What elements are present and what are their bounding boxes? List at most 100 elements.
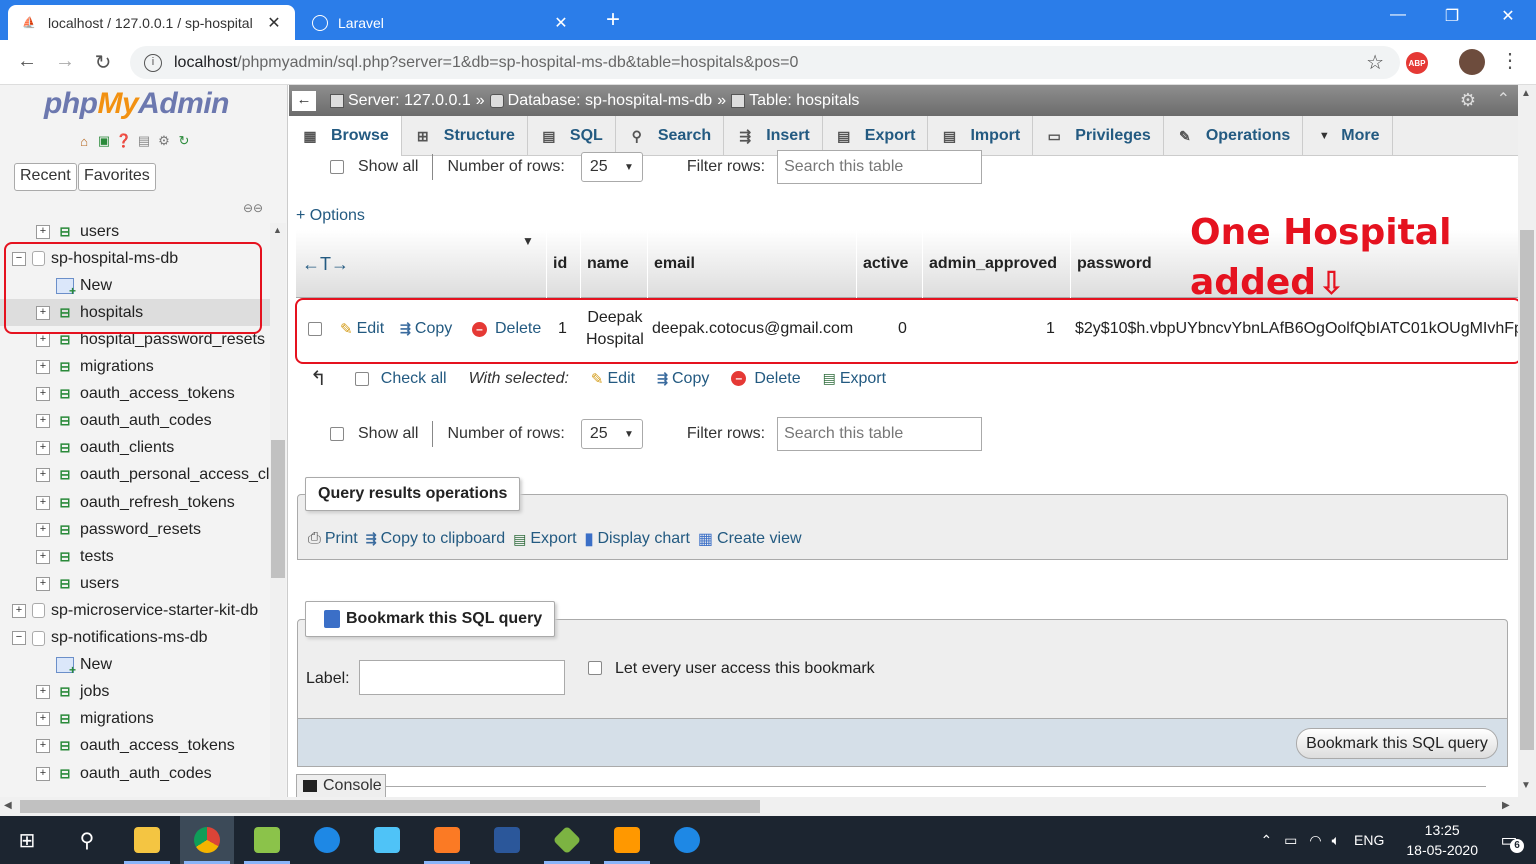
help-icon[interactable]: ❓: [116, 133, 132, 149]
forward-icon[interactable]: →: [52, 50, 78, 73]
rows-select[interactable]: 25 ▼: [580, 419, 643, 449]
bulk-export-link[interactable]: ▤ Export: [823, 370, 886, 388]
sidebar-item-table[interactable]: + ⊟ migrations: [0, 354, 270, 381]
file-explorer-app[interactable]: [120, 816, 174, 864]
breadcrumb-table[interactable]: Table: hospitals: [731, 92, 859, 110]
minimize-button[interactable]: —: [1378, 6, 1418, 24]
wifi-icon[interactable]: ◠: [1309, 832, 1321, 849]
expand-icon[interactable]: +: [36, 414, 50, 429]
sidebar-scrollbar-thumb[interactable]: [271, 440, 285, 578]
collapse-icon[interactable]: −: [12, 631, 26, 645]
expand-icon[interactable]: +: [36, 495, 50, 510]
home-icon[interactable]: ⌂: [76, 133, 92, 149]
scroll-up-icon[interactable]: ▲: [273, 225, 282, 235]
back-icon[interactable]: ←: [14, 50, 40, 73]
sidebar-item-table[interactable]: + ⊟ password_resets: [0, 516, 270, 543]
column-header-email[interactable]: email: [647, 230, 855, 298]
expand-icon[interactable]: +: [36, 549, 50, 564]
check-all-checkbox[interactable]: [354, 371, 369, 386]
info-icon[interactable]: i: [144, 53, 162, 72]
expand-icon[interactable]: +: [36, 360, 50, 374]
link-icon[interactable]: ⊖⊖: [243, 201, 263, 215]
sidebar-item-table[interactable]: + ⊟ oauth_personal_access_cl: [0, 462, 270, 489]
edge-app[interactable]: [660, 816, 714, 864]
expand-icon[interactable]: +: [36, 712, 50, 727]
sidebar-item-table[interactable]: + ⊟ oauth_auth_codes: [0, 760, 270, 787]
scroll-up-icon[interactable]: ▲: [1521, 88, 1531, 99]
maps-app[interactable]: [300, 816, 354, 864]
avatar[interactable]: [1459, 49, 1485, 75]
word-app[interactable]: [480, 816, 534, 864]
notifications-icon[interactable]: ▭ 6: [1494, 825, 1524, 855]
scroll-down-icon[interactable]: ▼: [1521, 780, 1531, 791]
print-link[interactable]: ⎙ Print: [308, 530, 358, 548]
bulk-copy-link[interactable]: ⇶ Copy: [657, 370, 709, 388]
expand-icon[interactable]: +: [36, 522, 50, 537]
star-icon[interactable]: ☆: [1366, 50, 1384, 75]
column-header-name[interactable]: name: [580, 230, 646, 298]
language-indicator[interactable]: ENG: [1354, 832, 1384, 848]
sidebar-item-new[interactable]: New: [0, 652, 270, 679]
expand-icon[interactable]: +: [12, 603, 26, 618]
expand-icon[interactable]: +: [36, 468, 50, 483]
collapse-icon[interactable]: ⌃: [1497, 89, 1510, 109]
bulk-edit-link[interactable]: ✎ Edit: [591, 370, 635, 388]
xampp-app[interactable]: [420, 816, 474, 864]
show-all-checkbox[interactable]: [330, 427, 344, 441]
every-user-checkbox[interactable]: [588, 661, 602, 675]
scroll-left-icon[interactable]: ◀: [4, 800, 12, 811]
refresh-icon[interactable]: ↻: [176, 133, 192, 149]
tab-more[interactable]: ▼ More: [1303, 116, 1393, 156]
phpmyadmin-logo[interactable]: phpMyAdmin: [44, 87, 229, 121]
console-tab[interactable]: Console: [296, 774, 386, 797]
column-header-admin-approved[interactable]: admin_approved: [922, 230, 1070, 298]
expand-icon[interactable]: +: [36, 332, 50, 347]
close-window-button[interactable]: ✕: [1488, 6, 1528, 26]
sublime-app[interactable]: [600, 816, 654, 864]
sidebar-item-table[interactable]: + ⊟ oauth_access_tokens: [0, 381, 270, 408]
bookmark-label-input[interactable]: [359, 660, 565, 695]
gear-icon[interactable]: ⚙: [1460, 90, 1476, 111]
sidebar-item-table[interactable]: + ⊟ jobs: [0, 679, 270, 706]
rows-select[interactable]: 25 ▼: [580, 152, 643, 182]
sidebar-item-table[interactable]: + ⊟ oauth_clients: [0, 435, 270, 462]
logout-icon[interactable]: ▣: [96, 133, 112, 149]
bookmark-submit-button[interactable]: Bookmark this SQL query: [1296, 728, 1498, 759]
expand-icon[interactable]: +: [36, 224, 50, 239]
git-app[interactable]: [540, 816, 594, 864]
filter-input[interactable]: Search this table: [777, 417, 983, 451]
sidebar-item-table[interactable]: + ⊟ oauth_auth_codes: [0, 408, 270, 435]
breadcrumb-database[interactable]: Database: sp-hospital-ms-db: [489, 92, 712, 110]
battery-icon[interactable]: ▭: [1284, 832, 1297, 849]
sidebar-item-table[interactable]: + ⊟ migrations: [0, 706, 270, 733]
favorites-button[interactable]: Favorites: [78, 163, 156, 191]
sidebar-item-table[interactable]: + ⊟ oauth_refresh_tokens: [0, 489, 270, 516]
display-chart-link[interactable]: ▮ Display chart: [585, 529, 690, 549]
search-button[interactable]: ⚲: [60, 816, 114, 864]
editor-app[interactable]: [360, 816, 414, 864]
horizontal-scrollbar-thumb[interactable]: [20, 800, 760, 813]
expand-icon[interactable]: +: [36, 576, 50, 591]
docs-icon[interactable]: ▤: [136, 133, 152, 149]
scroll-right-icon[interactable]: ▶: [1502, 800, 1510, 811]
sidebar-item-db[interactable]: − sp-notifications-ms-db: [0, 625, 270, 652]
sidebar-item-table[interactable]: + ⊟ users: [0, 218, 270, 245]
tab-operations[interactable]: ✎ Operations: [1164, 116, 1304, 156]
options-link[interactable]: + Options: [296, 207, 365, 225]
expand-icon[interactable]: +: [36, 739, 50, 754]
recent-button[interactable]: Recent: [14, 163, 77, 191]
show-all-checkbox[interactable]: [330, 160, 344, 174]
restore-button[interactable]: ❐: [1432, 6, 1472, 26]
volume-icon[interactable]: 🔈︎: [1332, 832, 1340, 849]
chrome-app[interactable]: [180, 816, 234, 864]
create-view-link[interactable]: ▦ Create view: [698, 529, 802, 549]
column-arrows[interactable]: ←T→: [302, 254, 349, 275]
adblock-icon[interactable]: ABP: [1406, 52, 1428, 74]
collapse-nav-icon[interactable]: ←: [292, 90, 316, 111]
sidebar-item-table[interactable]: + ⊟ tests: [0, 543, 270, 570]
sort-dropdown-icon[interactable]: ▼: [522, 234, 534, 248]
url-input[interactable]: i localhost/phpmyadmin/sql.php?server=1&…: [130, 46, 1400, 79]
sidebar-item-db[interactable]: + sp-microservice-starter-kit-db: [0, 597, 270, 624]
settings-icon[interactable]: ⚙: [156, 133, 172, 149]
main-scrollbar-thumb[interactable]: [1520, 230, 1534, 750]
